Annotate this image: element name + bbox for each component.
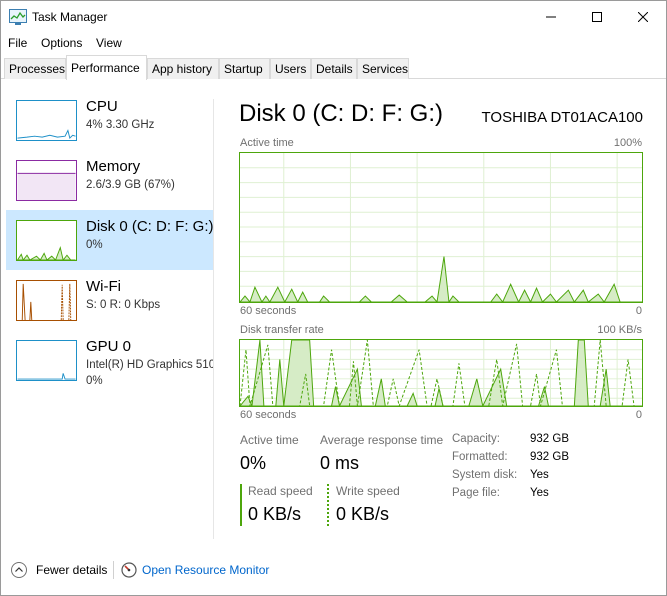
minimize-button[interactable] [528, 1, 574, 33]
chevron-up-icon[interactable] [11, 562, 27, 581]
sidebar-item-value: Intel(R) HD Graphics 510 [86, 359, 214, 371]
formatted-label: Formatted: [452, 451, 508, 463]
task-manager-window: Task Manager File Options View Processes… [0, 0, 667, 596]
sidebar-item-memory[interactable]: Memory 2.6/3.9 GB (67%) [6, 150, 213, 210]
menu-file[interactable]: File [8, 36, 27, 50]
maximize-icon [592, 12, 602, 22]
capacity-label: Capacity: [452, 433, 500, 445]
open-resource-monitor-link[interactable]: Open Resource Monitor [142, 563, 269, 577]
page-file-value: Yes [530, 487, 549, 499]
write-speed-label: Write speed [336, 484, 400, 498]
system-disk-value: Yes [530, 469, 549, 481]
tab-details[interactable]: Details [311, 58, 357, 79]
sidebar-divider [213, 99, 214, 539]
minimize-icon [546, 16, 556, 18]
system-disk-label: System disk: [452, 469, 518, 481]
capacity-value: 932 GB [530, 433, 569, 445]
tab-startup[interactable]: Startup [219, 58, 270, 79]
sidebar-item-value: S: 0 R: 0 Kbps [86, 299, 161, 311]
write-speed-bar [327, 484, 329, 526]
active-time-graph-max: 100% [613, 137, 642, 149]
sidebar-item-value: 2.6/3.9 GB (67%) [86, 179, 175, 191]
title-bar: Task Manager [1, 1, 666, 33]
transfer-graph-max: 100 KB/s [597, 324, 642, 336]
active-time-graph-min: 0 [635, 305, 642, 317]
tab-performance[interactable]: Performance [66, 55, 147, 80]
avg-response-label: Average response time [320, 433, 444, 447]
performance-panel: CPU 4% 3.30 GHz Memory 2.6/3.9 GB (67%) … [1, 79, 666, 549]
fewer-details-button[interactable]: Fewer details [36, 563, 107, 577]
page-file-label: Page file: [452, 487, 500, 499]
disk-transfer-rate-graph [239, 339, 643, 407]
sidebar-item-label: CPU [86, 98, 118, 115]
disk-thumbnail-graph [16, 220, 77, 261]
tab-app-history[interactable]: App history [147, 58, 219, 79]
sidebar-item-label: Disk 0 (C: D: F: G:) [86, 218, 214, 235]
tab-strip: Processes Performance App history Startu… [1, 55, 666, 80]
transfer-graph-label: Disk transfer rate [240, 324, 324, 336]
menu-view[interactable]: View [96, 36, 122, 50]
close-icon [638, 12, 648, 22]
resource-sidebar: CPU 4% 3.30 GHz Memory 2.6/3.9 GB (67%) … [1, 79, 214, 541]
sidebar-item-value: 4% 3.30 GHz [86, 119, 155, 131]
maximize-button[interactable] [574, 1, 620, 33]
sidebar-item-cpu[interactable]: CPU 4% 3.30 GHz [6, 90, 213, 150]
page-title: Disk 0 (C: D: F: G:) [239, 100, 443, 127]
sidebar-item-value: 0% [86, 239, 103, 251]
tab-users[interactable]: Users [270, 58, 311, 79]
tab-processes[interactable]: Processes [4, 58, 66, 79]
tab-services[interactable]: Services [357, 58, 409, 79]
sidebar-item-wifi[interactable]: Wi-Fi S: 0 R: 0 Kbps [6, 270, 213, 330]
sidebar-item-label: GPU 0 [86, 338, 132, 355]
formatted-value: 932 GB [530, 451, 569, 463]
gpu-thumbnail-graph [16, 340, 77, 381]
task-manager-icon [9, 9, 27, 25]
read-speed-bar [240, 484, 242, 526]
read-speed-label: Read speed [248, 484, 313, 498]
wifi-thumbnail-graph [16, 280, 77, 321]
footer-bar: Fewer details Open Resource Monitor [1, 549, 666, 593]
active-time-value: 0% [240, 453, 267, 473]
sidebar-item-label: Wi-Fi [86, 278, 121, 295]
close-button[interactable] [620, 1, 666, 33]
active-time-graph-xlabel: 60 seconds [240, 305, 297, 317]
sidebar-item-label: Memory [86, 158, 141, 175]
read-speed-value: 0 KB/s [248, 504, 302, 524]
active-time-label: Active time [240, 433, 299, 447]
disk-detail: Disk 0 (C: D: F: G:) TOSHIBA DT01ACA100 … [239, 79, 643, 541]
sidebar-item-disk[interactable]: Disk 0 (C: D: F: G:) 0% [6, 210, 214, 270]
transfer-graph-min: 0 [635, 409, 642, 421]
memory-thumbnail-graph [16, 160, 77, 201]
active-time-graph-label: Active time [240, 137, 294, 149]
cpu-thumbnail-graph [16, 100, 77, 141]
menu-bar: File Options View [1, 33, 666, 55]
write-speed-value: 0 KB/s [336, 504, 390, 524]
footer-divider [113, 561, 114, 579]
sidebar-item-value-2: 0% [86, 375, 103, 387]
menu-options[interactable]: Options [41, 36, 82, 50]
disk-model: TOSHIBA DT01ACA100 [481, 109, 643, 126]
window-title: Task Manager [32, 10, 108, 24]
avg-response-value: 0 ms [320, 453, 360, 473]
sidebar-item-gpu[interactable]: GPU 0 Intel(R) HD Graphics 510 0% [6, 330, 214, 390]
transfer-graph-xlabel: 60 seconds [240, 409, 297, 421]
resource-monitor-icon [121, 562, 137, 581]
active-time-graph [239, 152, 643, 303]
